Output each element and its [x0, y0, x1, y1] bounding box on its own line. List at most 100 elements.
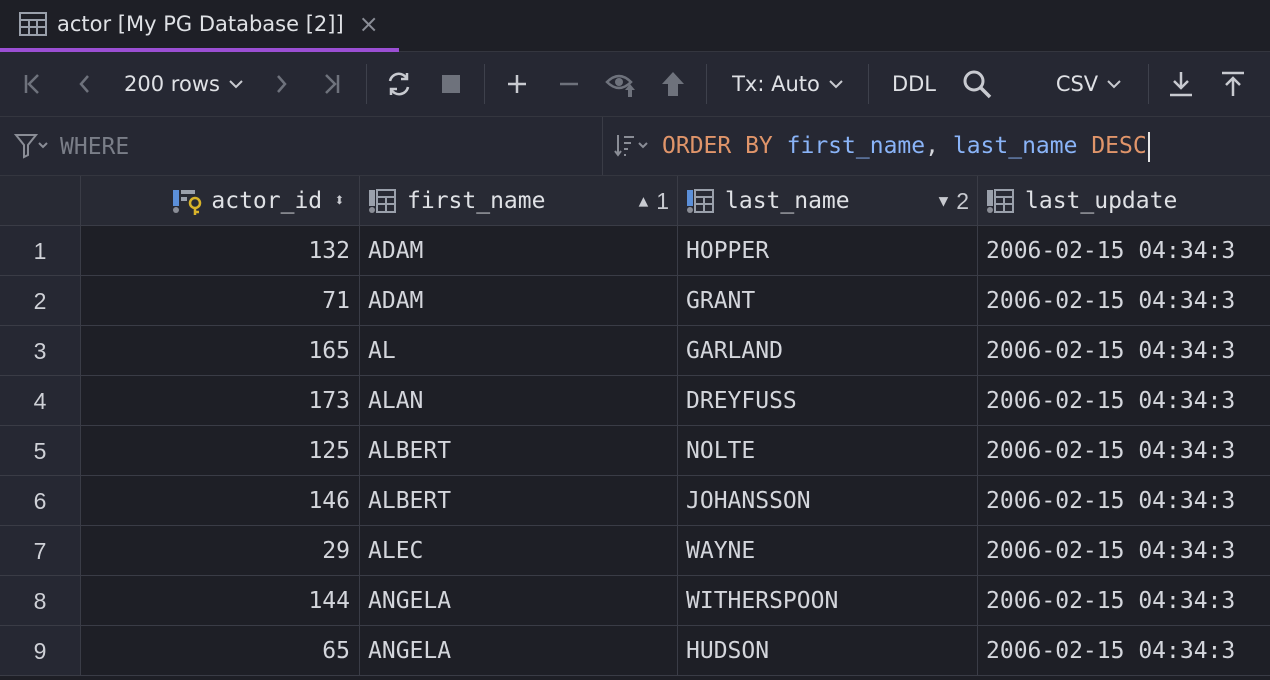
cell-last-update[interactable]: 2006-02-15 04:34:3: [978, 326, 1270, 376]
column-header-last-update[interactable]: last_update: [978, 176, 1270, 226]
add-row-icon: [508, 75, 526, 93]
header-row: actor_id ⬍ first_name ▲ 1 last_name ▼ 2 …: [0, 176, 1270, 226]
cell-actor-id[interactable]: 173: [81, 376, 360, 426]
cell-actor-id[interactable]: 146: [81, 476, 360, 526]
row-number[interactable]: 9: [0, 626, 81, 676]
column-header-last-name[interactable]: last_name ▼ 2: [678, 176, 978, 226]
sort-toggle-icon[interactable]: ⬍: [334, 176, 345, 225]
cell-last-name[interactable]: WAYNE: [678, 526, 978, 576]
add-row-button[interactable]: [500, 52, 534, 116]
sort-order-number: 2: [956, 187, 969, 214]
sort-ascending-icon[interactable]: ▲: [639, 176, 649, 225]
cell-actor-id[interactable]: 132: [81, 226, 360, 276]
cell-first-name[interactable]: AL: [360, 326, 678, 376]
cell-first-name[interactable]: ADAM: [360, 276, 678, 326]
row-number[interactable]: 8: [0, 576, 81, 626]
row-number[interactable]: 2: [0, 276, 81, 326]
sort-descending-icon[interactable]: ▼: [939, 176, 949, 225]
cell-actor-id[interactable]: 29: [81, 526, 360, 576]
cell-last-name[interactable]: NOLTE: [678, 426, 978, 476]
cell-last-update[interactable]: 2006-02-15 04:34:3: [978, 226, 1270, 276]
cell-last-update[interactable]: 2006-02-15 04:34:3: [978, 376, 1270, 426]
refresh-button[interactable]: [380, 52, 418, 116]
data-toolbar: 200 rows Tx: Auto DDL CSV: [0, 52, 1270, 117]
cell-last-update[interactable]: 2006-02-15 04:34:3: [978, 476, 1270, 526]
search-button[interactable]: [958, 52, 996, 116]
page-size-dropdown[interactable]: 200 rows: [118, 52, 250, 116]
filter-history-button[interactable]: [13, 133, 48, 163]
cell-last-name[interactable]: HUDSON: [678, 626, 978, 676]
export-format-label: CSV: [1055, 72, 1099, 96]
tab-actor[interactable]: actor [My PG Database [2]] ×: [0, 0, 399, 52]
cell-last-update[interactable]: 2006-02-15 04:34:3: [978, 576, 1270, 626]
first-page-icon: [24, 74, 39, 94]
row-number[interactable]: 6: [0, 476, 81, 526]
submit-button[interactable]: [656, 52, 690, 116]
delete-row-button[interactable]: [552, 52, 586, 116]
cell-first-name[interactable]: ALEC: [360, 526, 678, 576]
column-header-first-name[interactable]: first_name ▲ 1: [360, 176, 678, 226]
column-header-actor-id[interactable]: actor_id ⬍: [81, 176, 360, 226]
last-page-button[interactable]: [314, 52, 348, 116]
export-button[interactable]: [1164, 52, 1198, 116]
tab-title: actor [My PG Database [2]]: [57, 12, 344, 36]
ddl-label: DDL: [891, 72, 937, 96]
ddl-button[interactable]: DDL: [884, 52, 944, 116]
sort-icon: [614, 135, 648, 157]
cell-last-name[interactable]: JOHANSSON: [678, 476, 978, 526]
cell-last-update[interactable]: 2006-02-15 04:34:3: [978, 426, 1270, 476]
cell-actor-id[interactable]: 125: [81, 426, 360, 476]
order-history-button[interactable]: [614, 133, 648, 163]
cell-actor-id[interactable]: 144: [81, 576, 360, 626]
column-name: last_name: [725, 187, 850, 214]
row-number[interactable]: 5: [0, 426, 81, 476]
chevron-down-icon: [229, 80, 243, 89]
where-filter-input[interactable]: [58, 117, 602, 177]
column-name: first_name: [407, 187, 546, 214]
cell-actor-id[interactable]: 71: [81, 276, 360, 326]
next-page-icon: [277, 75, 287, 93]
cell-first-name[interactable]: ANGELA: [360, 626, 678, 676]
corner-cell[interactable]: [0, 176, 81, 226]
filter-icon: [13, 134, 48, 159]
cell-last-name[interactable]: DREYFUSS: [678, 376, 978, 426]
cell-first-name[interactable]: ANGELA: [360, 576, 678, 626]
close-icon[interactable]: ×: [359, 12, 379, 36]
preview-icon: [605, 74, 635, 97]
search-icon: [963, 70, 992, 99]
cell-last-name[interactable]: HOPPER: [678, 226, 978, 276]
cell-last-update[interactable]: 2006-02-15 04:34:3: [978, 526, 1270, 576]
prev-page-button[interactable]: [68, 52, 100, 116]
next-page-button[interactable]: [266, 52, 298, 116]
order-by-column-2: last_name: [952, 133, 1078, 159]
first-page-button[interactable]: [16, 52, 50, 116]
cell-actor-id[interactable]: 65: [81, 626, 360, 676]
cell-first-name[interactable]: ALBERT: [360, 426, 678, 476]
transaction-mode-dropdown[interactable]: Tx: Auto: [726, 52, 850, 116]
column-name: actor_id: [211, 187, 323, 214]
stop-button[interactable]: [434, 52, 468, 116]
cell-last-name[interactable]: GARLAND: [678, 326, 978, 376]
row-number[interactable]: 4: [0, 376, 81, 426]
toolbar-separator: [706, 64, 707, 104]
cell-last-name[interactable]: GRANT: [678, 276, 978, 326]
cell-first-name[interactable]: ADAM: [360, 226, 678, 276]
export-format-dropdown[interactable]: CSV: [1048, 52, 1130, 116]
cell-first-name[interactable]: ALAN: [360, 376, 678, 426]
row-number[interactable]: 3: [0, 326, 81, 376]
row-number[interactable]: 7: [0, 526, 81, 576]
cell-last-name[interactable]: WITHERSPOON: [678, 576, 978, 626]
download-icon: [1170, 72, 1192, 97]
order-by-comma: ,: [925, 133, 939, 159]
table-icon: [19, 12, 47, 36]
delete-row-icon: [560, 82, 578, 86]
cell-last-update[interactable]: 2006-02-15 04:34:3: [978, 276, 1270, 326]
cell-first-name[interactable]: ALBERT: [360, 476, 678, 526]
row-number[interactable]: 1: [0, 226, 81, 276]
preview-changes-button[interactable]: [602, 52, 640, 116]
order-by-input[interactable]: ORDER BY first_name, last_name DESC: [662, 117, 1150, 175]
cell-last-update[interactable]: 2006-02-15 04:34:3: [978, 626, 1270, 676]
import-button[interactable]: [1216, 52, 1250, 116]
primary-key-icon: [173, 189, 202, 215]
cell-actor-id[interactable]: 165: [81, 326, 360, 376]
